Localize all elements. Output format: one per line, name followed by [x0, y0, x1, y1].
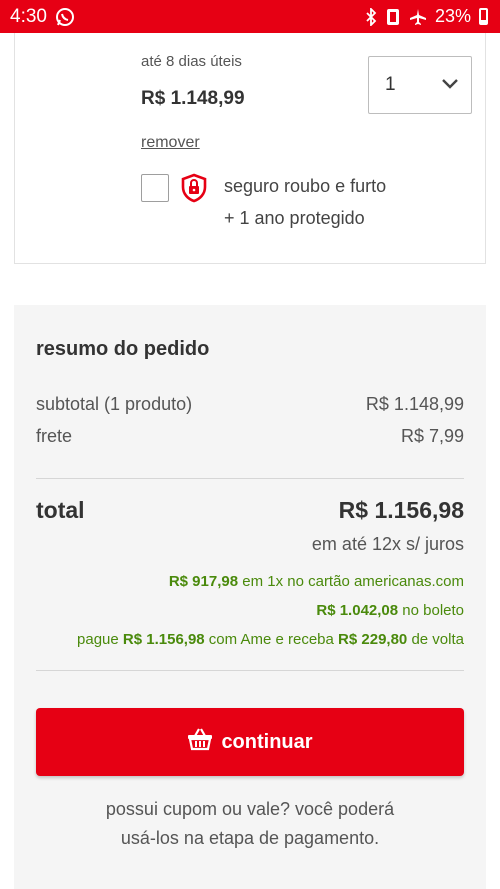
- promo-ame-amount: R$ 1.156,98: [122, 631, 205, 648]
- promo-ame-middle: com Ame e receba: [204, 631, 339, 648]
- total-value: R$ 1.156,98: [338, 497, 464, 523]
- installments-text: em até 12x s/ juros: [311, 534, 464, 554]
- promo-ame: pague R$ 1.156,98 com Ame e receba R$ 22…: [77, 631, 464, 648]
- divider: [36, 478, 464, 479]
- status-left: 4:30: [10, 6, 75, 28]
- shield-lock-icon: [181, 173, 207, 203]
- insurance-subtitle: + 1 ano protegido: [224, 208, 365, 228]
- chevron-down-icon: [441, 74, 459, 96]
- shipping-value: R$ 7,99: [400, 426, 464, 446]
- airplane-icon: [409, 8, 427, 26]
- battery-percent: 23%: [434, 6, 471, 26]
- cart-item-card: até 8 dias úteis R$ 1.148,99 1 remover s…: [14, 33, 486, 264]
- shipping-label: frete: [36, 426, 73, 446]
- battery-icon: [479, 8, 488, 25]
- promo-boleto-amount: R$ 1.042,08: [316, 602, 399, 619]
- promo-boleto-text: no boleto: [398, 602, 464, 619]
- bluetooth-icon: [365, 7, 377, 26]
- subtotal-value: R$ 1.148,99: [365, 394, 464, 414]
- clock: 4:30: [10, 5, 47, 27]
- order-summary: resumo do pedido subtotal (1 produto) R$…: [14, 305, 486, 889]
- subtotal-label: subtotal (1 produto): [36, 394, 193, 414]
- basket-icon: [187, 727, 213, 757]
- remove-item-link[interactable]: remover: [141, 134, 200, 152]
- status-bar: 4:30 23%: [0, 0, 500, 33]
- promo-boleto: R$ 1.042,08 no boleto: [316, 602, 464, 619]
- quantity-value: 1: [385, 74, 396, 95]
- promo-ame-cashback: R$ 229,80: [338, 631, 408, 648]
- insurance-checkbox[interactable]: [141, 174, 169, 202]
- coupon-line-2: usá-los na etapa de pagamento.: [120, 828, 380, 848]
- delivery-estimate: até 8 dias úteis: [141, 53, 242, 70]
- continue-label: continuar: [221, 730, 313, 753]
- coupon-line-1: possui cupom ou vale? você poderá: [105, 799, 395, 819]
- status-right: 23%: [365, 6, 488, 27]
- coupon-note: possui cupom ou vale? você poderá usá-lo…: [36, 795, 464, 853]
- total-label: total: [36, 497, 85, 523]
- quantity-select[interactable]: 1: [368, 56, 472, 114]
- promo-card-text: em 1x no cartão americanas.com: [238, 573, 464, 590]
- promo-ame-suffix: de volta: [407, 631, 464, 648]
- divider: [36, 670, 464, 671]
- continue-button[interactable]: continuar: [36, 708, 464, 776]
- whatsapp-icon: [55, 7, 75, 27]
- item-price: R$ 1.148,99: [141, 88, 245, 109]
- insurance-title: seguro roubo e furto: [224, 176, 387, 196]
- promo-ame-prefix: pague: [77, 631, 123, 648]
- vibrate-icon: [385, 8, 401, 26]
- summary-heading: resumo do pedido: [36, 338, 210, 360]
- promo-card-amount: R$ 917,98: [168, 573, 239, 590]
- promo-card: R$ 917,98 em 1x no cartão americanas.com: [169, 573, 464, 590]
